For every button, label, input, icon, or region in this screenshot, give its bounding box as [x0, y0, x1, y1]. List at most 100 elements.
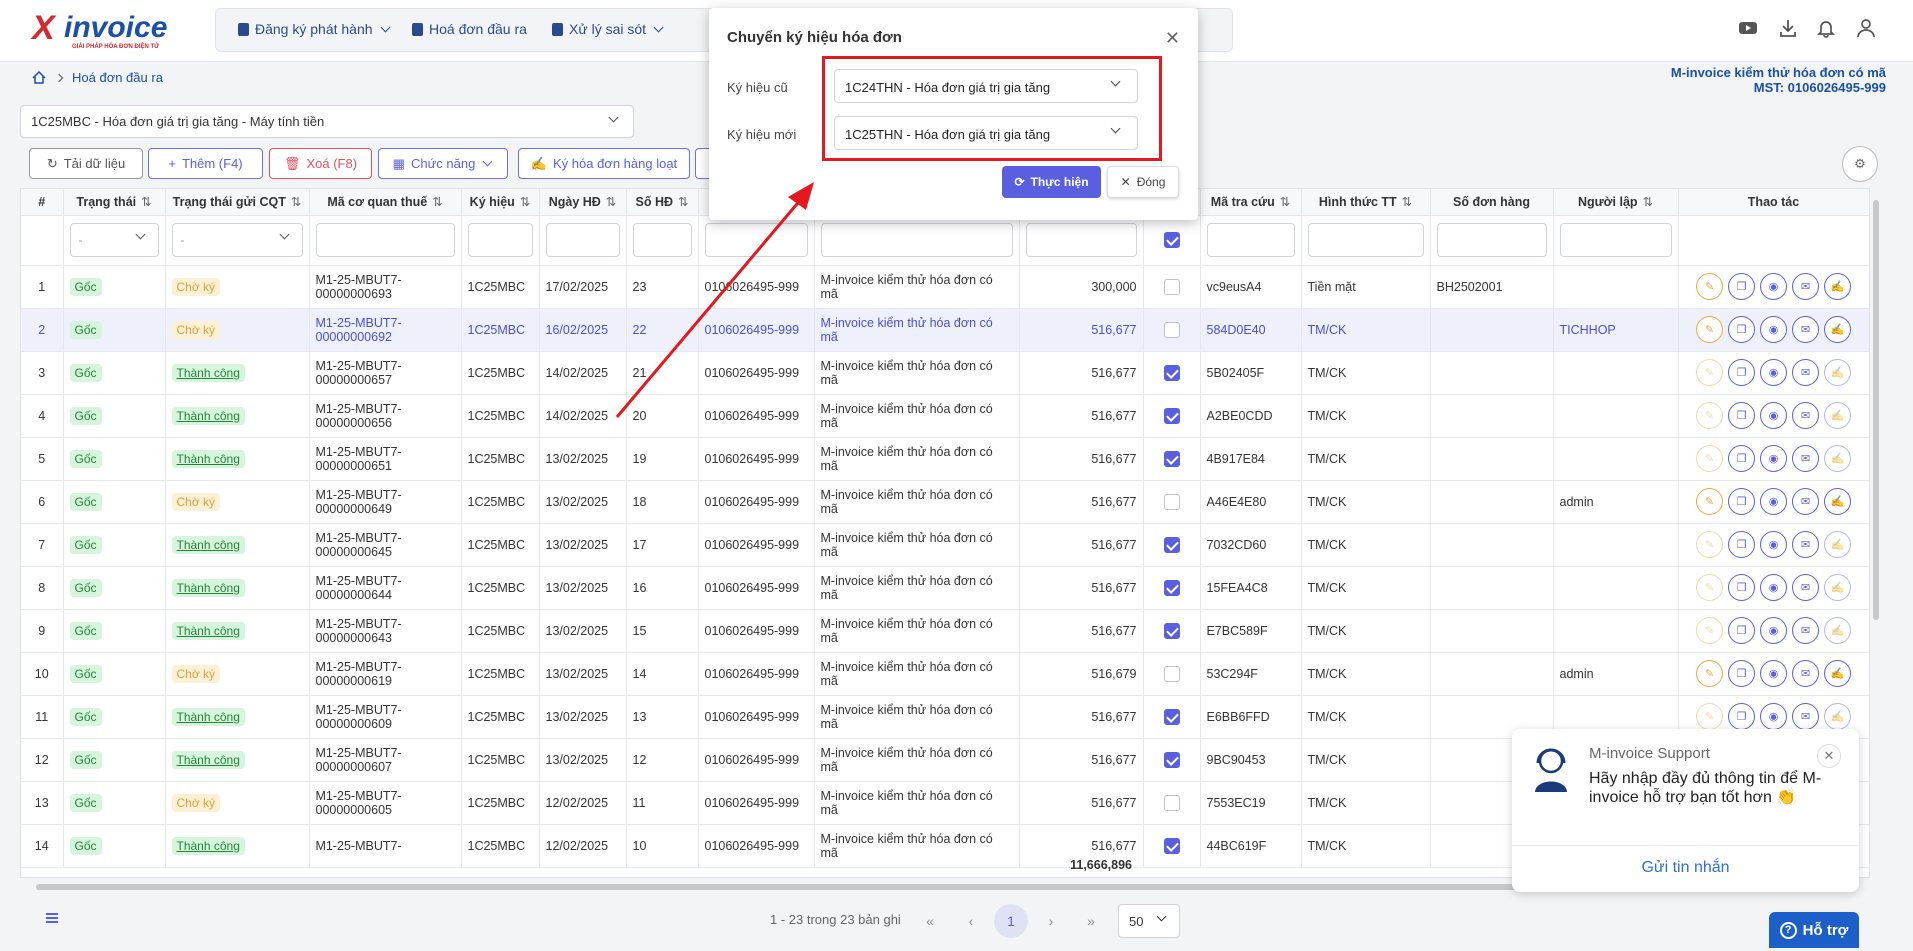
send-status-badge[interactable]: Chờ ký [171, 277, 221, 296]
row-checkbox[interactable] [1163, 622, 1180, 639]
email-icon[interactable]: ✉ [1792, 574, 1819, 601]
row-checkbox[interactable] [1163, 579, 1180, 596]
sign-icon[interactable]: ✍ [1824, 488, 1851, 515]
status-filter[interactable]: - [69, 223, 159, 257]
col-header-symbol[interactable]: Ký hiệu ⇅ [461, 189, 540, 216]
row-checkbox[interactable] [1163, 321, 1180, 338]
help-button[interactable]: ? Hỗ trợ [1769, 912, 1859, 948]
add-button[interactable]: + Thêm (F4) [148, 148, 263, 179]
send-status-badge[interactable]: Thành công [171, 621, 245, 640]
page-size-select[interactable]: 50 [1118, 904, 1180, 938]
edit-icon[interactable]: ✎ [1696, 316, 1723, 343]
sign-icon[interactable]: ✍ [1824, 660, 1851, 687]
lookup-filter[interactable] [1206, 223, 1295, 257]
execute-button[interactable]: ⟳ Thực hiện [1002, 166, 1101, 198]
home-icon[interactable] [32, 71, 46, 84]
send-status-badge[interactable]: Thành công [171, 406, 245, 425]
email-icon[interactable]: ✉ [1792, 617, 1819, 644]
col-header-tax-code[interactable]: Mã cơ quan thuế ⇅ [309, 189, 462, 216]
row-checkbox[interactable] [1163, 665, 1180, 682]
send-status-badge[interactable]: Chờ ký [171, 320, 221, 339]
col-header-index[interactable]: # [21, 189, 64, 216]
edit-icon[interactable]: ✎ [1696, 488, 1723, 515]
buyer-filter[interactable] [820, 223, 1013, 257]
row-checkbox[interactable] [1163, 751, 1180, 768]
row-checkbox[interactable] [1163, 708, 1180, 725]
row-checkbox[interactable] [1163, 450, 1180, 467]
first-page-button[interactable]: « [913, 904, 947, 938]
table-row[interactable]: 2 Gốc Chờ ký M1-25-MBUT7-00000000692 1C25MBC… [21, 308, 1869, 352]
next-page-button[interactable]: › [1034, 904, 1068, 938]
edit-icon[interactable]: ✎ [1696, 273, 1723, 300]
table-row[interactable]: 6 Gốc Chờ ký M1-25-MBUT7-00000000649 1C25MBC… [21, 480, 1869, 524]
bell-icon[interactable] [1816, 18, 1836, 38]
sign-icon[interactable]: ✍ [1824, 273, 1851, 300]
buyer-tax-filter[interactable] [704, 223, 808, 257]
col-header-date[interactable]: Ngày HĐ ⇅ [539, 189, 627, 216]
email-icon[interactable]: ✉ [1792, 703, 1819, 730]
send-status-badge[interactable]: Thành công [171, 707, 245, 726]
edit-icon[interactable]: ✎ [1696, 531, 1723, 558]
breadcrumb-current[interactable]: Hoá đơn đầu ra [72, 70, 163, 85]
row-checkbox[interactable] [1163, 837, 1180, 854]
col-header-invoice-no[interactable]: Số HĐ ⇅ [626, 189, 699, 216]
send-status-badge[interactable]: Thành công [171, 750, 245, 769]
nav-item-register[interactable]: Đăng ký phát hành [238, 21, 391, 37]
email-icon[interactable]: ✉ [1792, 273, 1819, 300]
col-header-send-status[interactable]: Trạng thái gửi CQT ⇅ [165, 189, 310, 216]
col-header-order[interactable]: Số đơn hàng [1430, 189, 1554, 216]
sort-icon[interactable]: ⇅ [432, 195, 442, 209]
email-icon[interactable]: ✉ [1792, 445, 1819, 472]
view-icon[interactable]: ◉ [1760, 617, 1787, 644]
send-status-badge[interactable]: Chờ ký [171, 492, 221, 511]
user-icon[interactable] [1856, 18, 1876, 38]
sign-icon[interactable]: ✍ [1824, 703, 1851, 730]
row-checkbox[interactable] [1163, 364, 1180, 381]
send-status-badge[interactable]: Thành công [171, 535, 245, 554]
functions-button[interactable]: ▦ Chức năng [378, 148, 508, 179]
last-page-button[interactable]: » [1074, 904, 1108, 938]
bulk-sign-button[interactable]: ✍ Ký hóa đơn hàng loạt [518, 148, 690, 179]
send-status-badge[interactable]: Thành công [171, 363, 245, 382]
email-icon[interactable]: ✉ [1792, 531, 1819, 558]
sort-icon[interactable]: ⇅ [141, 195, 151, 209]
amount-filter[interactable] [1025, 223, 1137, 257]
vertical-scrollbar[interactable] [1872, 196, 1880, 876]
edit-icon[interactable]: ✎ [1696, 660, 1723, 687]
col-header-payment[interactable]: Hình thức TT ⇅ [1301, 189, 1431, 216]
view-icon[interactable]: ◉ [1760, 574, 1787, 601]
table-row[interactable]: 1 Gốc Chờ ký M1-25-MBUT7-00000000693 1C25MBC… [21, 265, 1869, 309]
sort-icon[interactable]: ⇅ [606, 195, 616, 209]
dialog-close-button[interactable]: ✕ Đóng [1107, 166, 1179, 198]
settings-button[interactable]: ⚙ [1842, 146, 1878, 182]
app-logo[interactable]: X invoice GIẢI PHÁP HÓA ĐƠN ĐIỆN TỬ [32, 10, 182, 50]
reload-button[interactable]: ↻ Tải dữ liệu [29, 148, 143, 179]
sort-icon[interactable]: ⇅ [678, 195, 688, 209]
table-row[interactable]: 4 Gốc Thành công M1-25-MBUT7-00000000656 1C2… [21, 394, 1869, 438]
table-row[interactable]: 5 Gốc Thành công M1-25-MBUT7-00000000651 1C2… [21, 437, 1869, 481]
copy-icon[interactable]: ❐ [1728, 617, 1755, 644]
copy-icon[interactable]: ❐ [1728, 359, 1755, 386]
view-icon[interactable]: ◉ [1760, 703, 1787, 730]
youtube-icon[interactable] [1738, 18, 1758, 38]
row-checkbox[interactable] [1163, 493, 1180, 510]
date-filter[interactable] [545, 223, 620, 257]
symbol-filter[interactable] [467, 223, 533, 257]
email-icon[interactable]: ✉ [1792, 660, 1819, 687]
view-icon[interactable]: ◉ [1760, 273, 1787, 300]
email-icon[interactable]: ✉ [1792, 402, 1819, 429]
sign-icon[interactable]: ✍ [1824, 402, 1851, 429]
sort-icon[interactable]: ⇅ [1402, 195, 1412, 209]
sign-icon[interactable]: ✍ [1824, 531, 1851, 558]
view-icon[interactable]: ◉ [1760, 531, 1787, 558]
email-icon[interactable]: ✉ [1792, 488, 1819, 515]
nav-item-error-handling[interactable]: Xử lý sai sót [552, 21, 664, 37]
select-all-checkbox[interactable] [1163, 232, 1180, 248]
send-status-badge[interactable]: Thành công [171, 836, 245, 855]
payment-filter[interactable] [1307, 223, 1424, 257]
sort-icon[interactable]: ⇅ [1280, 195, 1290, 209]
send-status-badge[interactable]: Thành công [171, 449, 245, 468]
send-status-badge[interactable]: Thành công [171, 578, 245, 597]
delete-button[interactable]: 🗑 Xoá (F8) [269, 148, 372, 179]
nav-item-output-invoices[interactable]: Hoá đơn đầu ra [412, 21, 527, 37]
